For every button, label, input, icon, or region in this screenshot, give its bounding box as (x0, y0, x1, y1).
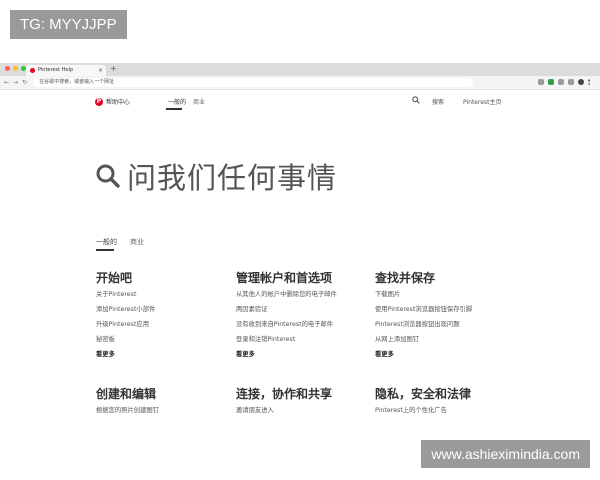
search-link[interactable]: 搜索 (432, 97, 444, 106)
topic-title: 管理帐户和首选项 (236, 271, 333, 285)
back-arrow-icon[interactable]: ← (4, 79, 9, 86)
pinterest-favicon-icon (30, 68, 35, 73)
topic-link[interactable]: 没有收到来自Pinterest的电子邮件 (236, 320, 371, 335)
nav-general[interactable]: 一般的 (168, 97, 186, 106)
tab-strip: Pinterest Help × + (0, 63, 600, 76)
extension-icons (538, 79, 592, 85)
logo-text: 帮助中心 (106, 99, 131, 106)
topic-column-connect: 连接，协作和共享 邀请朋友进入 (236, 386, 371, 418)
address-text: 在谷歌中搜索，或者输入一个网址 (39, 79, 115, 85)
topic-link[interactable]: 使用Pinterest浏览器按钮保存引脚 (375, 305, 510, 320)
topic-column-find-save: 查找并保存 下载图片 使用Pinterest浏览器按钮保存引脚 Pinteres… (375, 270, 510, 362)
hero-search[interactable]: 问我们任何事情 (95, 155, 337, 197)
window-controls (5, 66, 26, 71)
search-icon[interactable] (412, 96, 420, 104)
topic-link[interactable]: 添加Pinterest小部件 (96, 305, 231, 320)
topic-link[interactable]: 两因素验证 (236, 305, 371, 320)
site-header: P 帮助中心 一般的 商业 搜索 Pinterest主页 (0, 90, 600, 112)
topic-link[interactable]: Pinterest浏览器按钮出现问题 (375, 320, 510, 335)
topic-column-account: 管理帐户和首选项 从其他人的帐户中删除您的电子邮件 两因素验证 没有收到来自Pi… (236, 270, 371, 362)
search-icon (96, 164, 120, 188)
tab-general[interactable]: 一般的 (96, 237, 117, 247)
pinterest-logo-icon: P (95, 97, 103, 106)
forward-arrow-icon[interactable]: → (13, 79, 18, 86)
profile-avatar-icon[interactable] (578, 79, 584, 85)
tab-active-underline (96, 249, 114, 251)
see-more-link[interactable]: 看更多 (96, 350, 231, 362)
tab-close-icon[interactable]: × (98, 65, 103, 76)
topic-title: 开始吧 (96, 271, 133, 285)
topic-link[interactable]: 关于Pinterest (96, 290, 231, 305)
browser-toolbar: ← → ↻ 在谷歌中搜索，或者输入一个网址 (0, 76, 600, 90)
topic-link[interactable]: 从网上添加图钉 (375, 335, 510, 350)
topic-link[interactable]: 升级Pinterest应用 (96, 320, 231, 335)
see-more-link[interactable]: 看更多 (375, 350, 510, 362)
topic-column-getting-started: 开始吧 关于Pinterest 添加Pinterest小部件 升级Pintere… (96, 270, 231, 362)
nav-buttons: ← → ↻ (4, 79, 27, 86)
hero-search-text: 问我们任何事情 (127, 161, 338, 195)
topic-link[interactable]: 下载图片 (375, 290, 510, 305)
topic-column-privacy: 隐私，安全和法律 Pinterest上的个性化广告 (375, 386, 510, 418)
topic-title: 连接，协作和共享 (236, 387, 333, 401)
topic-column-create-edit: 创建和编辑 根据您的照片创建图钉 (96, 386, 231, 418)
watermark-top-left: TG: MYYJJPP (10, 10, 127, 39)
browser-tab[interactable]: Pinterest Help × (26, 65, 106, 76)
extension-icon[interactable] (548, 79, 554, 85)
watermark-bottom-right: www.ashieximindia.com (421, 440, 590, 468)
tab-business[interactable]: 商业 (130, 237, 144, 247)
topic-link[interactable]: Pinterest上的个性化广告 (375, 406, 510, 418)
minimize-window-button[interactable] (13, 66, 18, 71)
extension-icon[interactable] (558, 79, 564, 85)
nav-active-underline (166, 108, 182, 110)
topic-title: 创建和编辑 (96, 387, 157, 401)
pinterest-home-link[interactable]: Pinterest主页 (463, 97, 502, 106)
topic-link[interactable]: 登录和注销Pinterest (236, 335, 371, 350)
topic-link[interactable]: 从其他人的帐户中删除您的电子邮件 (236, 290, 371, 305)
new-tab-button[interactable]: + (110, 64, 117, 73)
topic-link[interactable]: 根据您的照片创建图钉 (96, 406, 231, 418)
nav-business[interactable]: 商业 (193, 97, 205, 106)
help-center-logo[interactable]: P 帮助中心 (95, 97, 130, 106)
address-bar[interactable]: 在谷歌中搜索，或者输入一个网址 (33, 78, 474, 87)
tab-title: Pinterest Help (38, 67, 74, 73)
menu-dots-icon[interactable] (588, 79, 592, 85)
topic-link[interactable]: 邀请朋友进入 (236, 406, 371, 418)
browser-window: Pinterest Help × + ← → ↻ 在谷歌中搜索，或者输入一个网址… (0, 63, 600, 418)
reload-icon[interactable]: ↻ (22, 79, 27, 86)
topic-title: 查找并保存 (375, 271, 436, 285)
extension-icon[interactable] (568, 79, 574, 85)
topic-title: 隐私，安全和法律 (375, 387, 472, 401)
see-more-link[interactable]: 看更多 (236, 350, 371, 362)
close-window-button[interactable] (5, 66, 10, 71)
bookmark-star-icon[interactable] (538, 79, 544, 85)
topic-link[interactable]: 秘密板 (96, 335, 231, 350)
